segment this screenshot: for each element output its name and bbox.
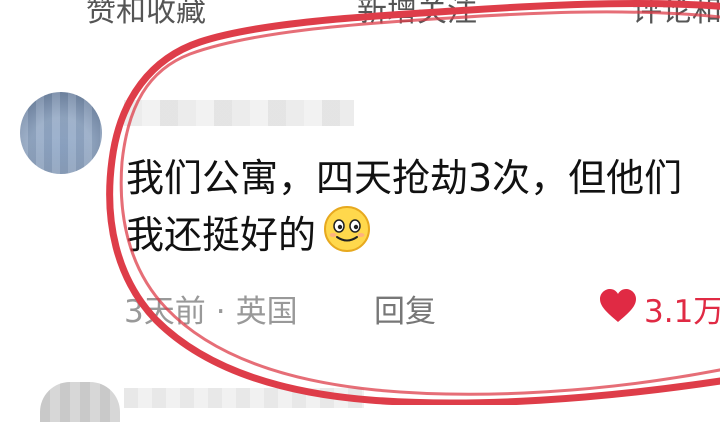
- next-comment-username-blurred: [124, 388, 364, 408]
- like-count: 3.1万: [644, 294, 720, 330]
- heart-icon: [600, 289, 636, 322]
- comment-meta: 3天前 · 英国: [124, 286, 298, 331]
- comment-text: 我们公寓，四天抢劫3次，但他们 我还挺好的: [126, 152, 720, 261]
- next-comment-avatar[interactable]: [40, 382, 120, 422]
- tab-likes-and-favorites[interactable]: 赞和收藏: [86, 0, 206, 30]
- tab-comments[interactable]: 评论和: [632, 0, 720, 30]
- tab-new-followers[interactable]: 新增关注: [357, 0, 477, 30]
- avatar[interactable]: [20, 92, 102, 174]
- meta-separator: ·: [215, 294, 226, 330]
- top-tab-bar: 赞和收藏 新增关注 评论和: [0, 0, 720, 29]
- reply-button[interactable]: 回复: [374, 286, 436, 331]
- comment-location: 英国: [235, 294, 298, 330]
- comment-body: 我们公寓，四天抢劫3次，但他们 我还挺好的: [126, 156, 683, 257]
- username-blurred[interactable]: [124, 100, 354, 126]
- comment-time: 3天前: [124, 294, 206, 330]
- smiling-face-emoji-icon: [324, 206, 371, 252]
